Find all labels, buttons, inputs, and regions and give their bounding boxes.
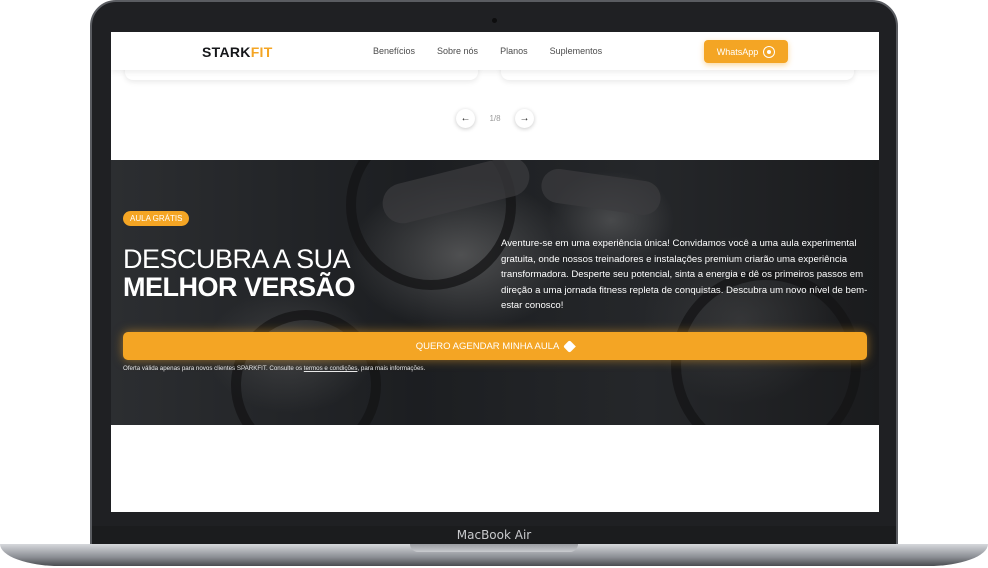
schedule-class-button[interactable]: QUERO AGENDAR MINHA AULA — [123, 332, 867, 360]
nav-item-suplementos[interactable]: Suplementos — [550, 46, 603, 56]
hero-title-light: DESCUBRA A SUA — [123, 244, 351, 274]
nav-item-sobre[interactable]: Sobre nós — [437, 46, 478, 56]
terms-link[interactable]: termos e condições — [304, 365, 358, 372]
hero-section: AULA GRÁTIS DESCUBRA A SUA MELHOR VERSÃO… — [111, 160, 879, 425]
nav-item-beneficios[interactable]: Benefícios — [373, 46, 415, 56]
disclaimer-text-end: , para mais informações. — [357, 365, 426, 372]
camera-icon — [492, 18, 497, 23]
hero-description: Aventure-se em uma experiência única! Co… — [501, 238, 868, 311]
whatsapp-button[interactable]: WhatsApp — [704, 40, 788, 63]
background-arm — [539, 166, 663, 218]
site-header: STARKFIT Benefícios Sobre nós Planos Sup… — [111, 32, 879, 70]
whatsapp-label: WhatsApp — [716, 46, 759, 57]
device-label: MacBook Air — [456, 528, 532, 542]
free-class-badge: AULA GRÁTIS — [123, 211, 190, 226]
logo-main: STARK — [202, 44, 251, 60]
prev-arrow-icon[interactable]: ← — [456, 109, 475, 128]
cta-label: QUERO AGENDAR MINHA AULA — [415, 340, 560, 352]
whatsapp-icon — [763, 45, 776, 58]
hero-title-bold: MELHOR VERSÃO — [123, 272, 356, 302]
carousel-pager: ← 1/8 → — [456, 109, 534, 128]
main-nav: Benefícios Sobre nós Planos Suplementos — [373, 46, 624, 56]
laptop-screen: STARKFIT Benefícios Sobre nós Planos Sup… — [111, 32, 879, 512]
tag-icon — [563, 339, 577, 353]
next-arrow-icon[interactable]: → — [515, 109, 534, 128]
offer-disclaimer: Oferta válida apenas para novos clientes… — [123, 365, 425, 372]
logo-accent: FIT — [250, 44, 273, 60]
logo[interactable]: STARKFIT — [202, 44, 273, 60]
nav-item-planos[interactable]: Planos — [500, 46, 528, 56]
disclaimer-text: Oferta válida apenas para novos clientes… — [123, 365, 304, 372]
laptop-notch — [410, 544, 578, 552]
pager-count: 1/8 — [489, 114, 501, 123]
